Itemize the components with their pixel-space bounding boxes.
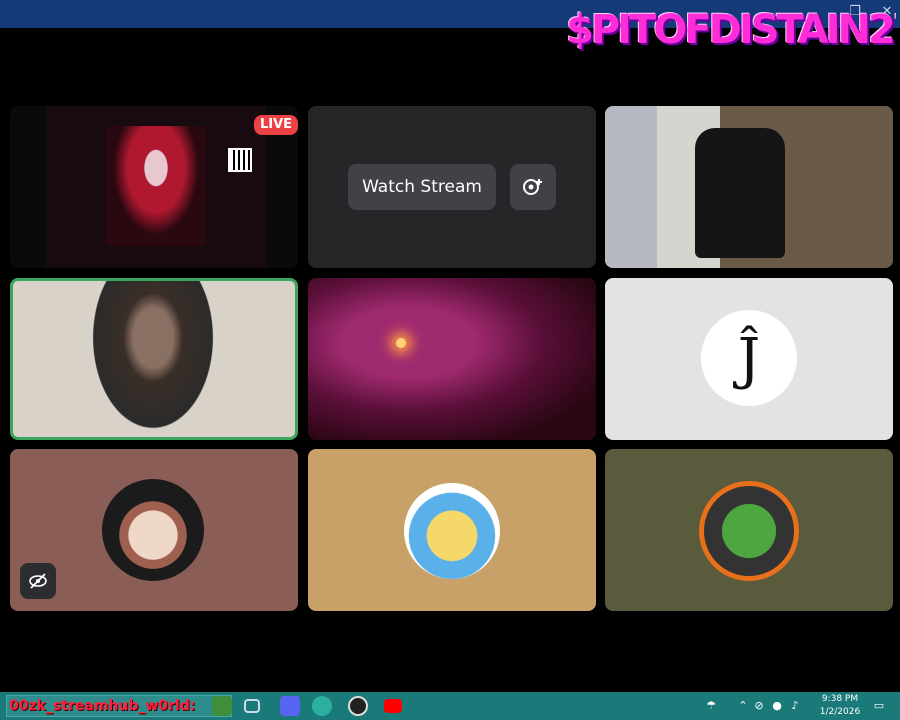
add-stream-button[interactable] [510,164,556,210]
avatar: Ĵ [701,310,797,406]
taskbar-search[interactable]: 00zk_streamhub_w0rld: [6,695,232,717]
camera-tile-gaming-chair[interactable] [605,106,893,268]
network-off-icon[interactable]: ⊘ [752,699,766,713]
avatar [102,479,204,581]
avatar-tile-cat[interactable] [10,449,298,611]
avatar-tile-ash[interactable] [308,449,596,611]
taskbar: 00zk_streamhub_w0rld: ☂ ⌃ ⊘ ● ♪ 9:38 PM … [0,692,900,720]
discord-icon[interactable] [280,696,300,716]
add-stream-icon [523,179,542,195]
camera-tile-speaking[interactable] [10,278,298,440]
notification-icon[interactable]: ▭ [872,699,886,713]
camera-off-button[interactable] [20,563,56,599]
watch-stream-button[interactable]: Watch Stream [348,164,496,210]
gaming-chair [695,128,785,258]
live-badge: LIVE [254,115,298,135]
chevron-up-icon[interactable]: ⌃ [736,699,750,713]
watch-stream-tile[interactable]: Watch Stream [308,106,596,268]
weather-icon[interactable]: ☂ [704,699,718,713]
avatar-tile-j[interactable]: Ĵ [605,278,893,440]
edge-icon[interactable] [312,696,332,716]
obs-icon[interactable] [348,696,368,716]
avatar-tile-frog[interactable] [605,449,893,611]
volume-icon[interactable]: ♪ [788,699,802,713]
qr-code [228,148,252,172]
youtube-icon[interactable] [384,699,402,713]
stream-tile[interactable]: LIVE [10,106,298,268]
frog-thumbnail-icon[interactable] [212,696,232,716]
stream-preview [46,106,266,268]
lamp-light [396,338,406,348]
stream-art [106,126,206,246]
eye-slash-icon [29,573,47,589]
avatar [404,483,500,579]
taskbar-search-text: 00zk_streamhub_w0rld: [9,698,196,714]
clock-date: 1/2/2026 [819,707,861,717]
camera-feed [308,278,596,440]
clock[interactable]: 9:38 PM 1/2/2026 [816,693,864,719]
stream-overlay-title: $PITOFDISTAIN27 [566,7,896,53]
avatar [699,481,799,581]
camera-feed [83,281,223,437]
clock-time: 9:38 PM [821,694,859,704]
mic-icon[interactable]: ● [770,699,784,713]
camera-tile-pink-room[interactable] [308,278,596,440]
task-view-icon[interactable] [244,699,260,713]
